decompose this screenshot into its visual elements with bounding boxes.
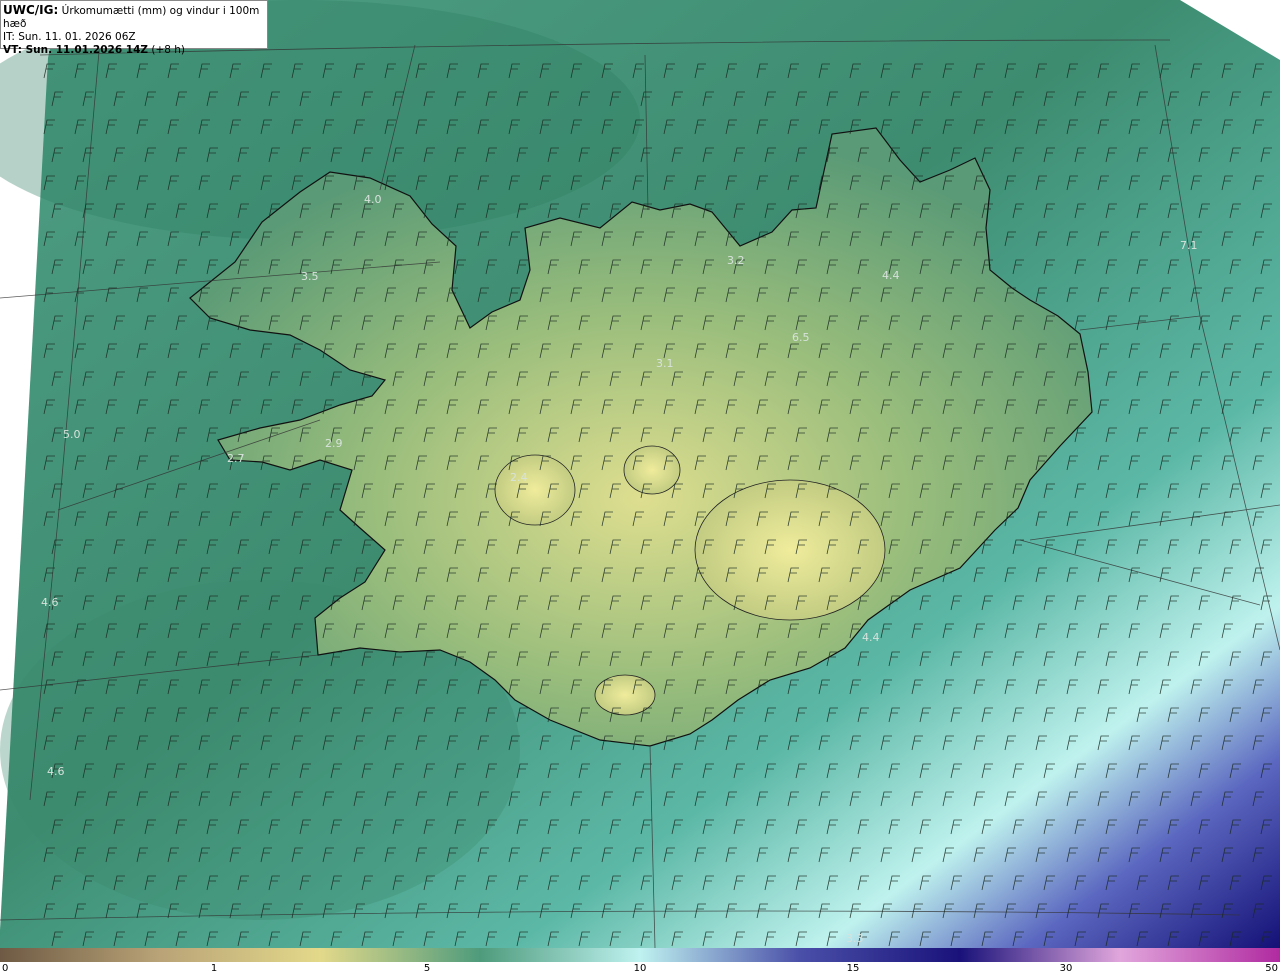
map-title: UWC/IG: Úrkomumætti (mm) og vindur i 100…: [3, 3, 260, 31]
glacier-myrdalsjokull: [594, 674, 656, 716]
value-label: 2.9: [325, 437, 343, 450]
colorbar-tick: 10: [633, 963, 647, 974]
glacier-hofsjokull: [623, 445, 681, 495]
colorbar-tick: 15: [846, 963, 860, 974]
colorbar-tick: 30: [1059, 963, 1073, 974]
colorbar-tick: 0: [2, 963, 9, 974]
precipitation-map: 4.0 3.5 3.2 4.4 6.5 3.1 5.0 2.9 2.7 2.4 …: [0, 0, 1280, 948]
value-label: 3.3: [846, 932, 864, 945]
valid-time: VT: Sun. 11.01.2026 14Z (+8 h): [3, 44, 186, 56]
value-label: 2.7: [227, 452, 245, 465]
colorbar-tick: 5: [423, 963, 431, 974]
value-label: 7.1: [1180, 239, 1198, 252]
value-label: 4.6: [41, 596, 59, 609]
colorbar-tick: 50: [1265, 963, 1278, 974]
map-legend-box: UWC/IG: Úrkomumætti (mm) og vindur i 100…: [0, 0, 268, 56]
glacier-vatnajokull: [694, 479, 886, 621]
value-label: 4.4: [862, 631, 880, 644]
value-label: 2.4: [510, 471, 528, 484]
colorbar-tick: 1: [210, 963, 218, 974]
glacier-langjokull: [494, 454, 576, 526]
value-label: 4.0: [364, 193, 382, 206]
value-label: 3.2: [727, 254, 745, 267]
initial-time: IT: Sun. 11. 01. 2026 06Z: [3, 31, 136, 43]
value-label: 3.1: [656, 357, 674, 370]
value-label: 4.6: [47, 765, 65, 778]
value-label: 4.4: [882, 269, 900, 282]
value-label: 3.5: [301, 270, 319, 283]
colorbar: 0 1 5 10 15 30 50: [0, 948, 1280, 978]
value-label: 5.0: [63, 428, 81, 441]
colorbar-strip: [0, 948, 1280, 962]
value-label: 6.5: [792, 331, 810, 344]
